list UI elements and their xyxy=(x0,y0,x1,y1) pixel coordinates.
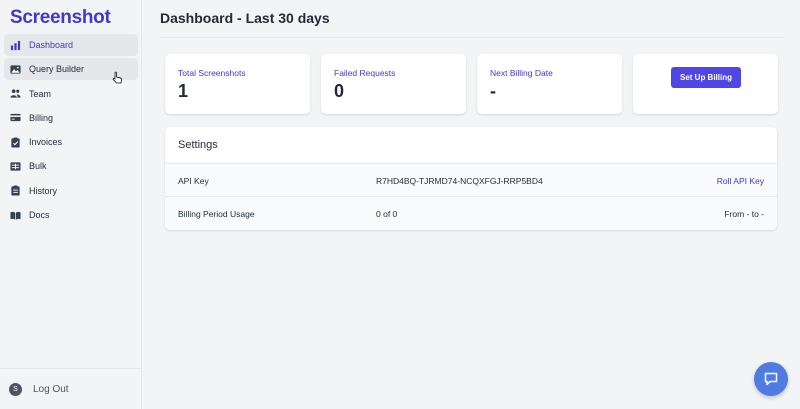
billing-period-range: From - to - xyxy=(724,209,764,219)
sidebar-item-label: Bulk xyxy=(29,161,47,172)
stat-value: 1 xyxy=(178,81,189,101)
sidebar-nav: Dashboard Query Builder Team Billing Inv… xyxy=(4,34,138,228)
clipboard-list-icon xyxy=(10,185,21,196)
sidebar-item-dashboard[interactable]: Dashboard xyxy=(4,34,138,56)
chat-launcher-button[interactable] xyxy=(754,362,788,396)
chat-bubble-icon xyxy=(764,372,778,386)
stat-value: - xyxy=(490,81,496,101)
sidebar-item-docs[interactable]: Docs xyxy=(4,204,138,226)
users-icon xyxy=(10,88,21,99)
sidebar-item-label: History xyxy=(29,185,58,196)
avatar[interactable]: S xyxy=(9,382,22,396)
sidebar-item-label: Invoices xyxy=(29,137,63,148)
settings-row-api-key: API Key R7HD4BQ-TJRMD74-NCQXFGJ-RRP5BD4 … xyxy=(165,163,777,196)
row-label: Billing Period Usage xyxy=(178,209,255,219)
book-open-icon xyxy=(10,210,21,221)
settings-row-billing-usage: Billing Period Usage 0 of 0 From - to - xyxy=(165,196,777,230)
chart-bar-icon xyxy=(10,40,21,51)
sidebar-item-history[interactable]: History xyxy=(4,180,138,202)
row-label: API Key xyxy=(178,176,209,186)
page-title: Dashboard - Last 30 days xyxy=(160,10,330,26)
stat-card-next-billing-date: Next Billing Date - xyxy=(477,54,622,114)
stat-card-total-screenshots: Total Screenshots 1 xyxy=(165,54,310,114)
logout-link[interactable]: Log Out xyxy=(33,384,69,395)
sidebar-item-billing[interactable]: Billing xyxy=(4,107,138,129)
stat-label: Failed Requests xyxy=(334,68,396,78)
sidebar-item-label: Billing xyxy=(29,112,54,123)
sidebar-item-label: Docs xyxy=(29,210,50,221)
sidebar-item-team[interactable]: Team xyxy=(4,83,138,105)
sidebar-footer: S Log Out xyxy=(0,368,142,409)
clipboard-check-icon xyxy=(10,137,21,148)
api-key-value: R7HD4BQ-TJRMD74-NCQXFGJ-RRP5BD4 xyxy=(376,176,543,186)
sidebar-item-label: Dashboard xyxy=(29,40,74,50)
settings-panel: Settings API Key R7HD4BQ-TJRMD74-NCQXFGJ… xyxy=(165,127,777,230)
table-icon xyxy=(10,161,21,172)
credit-card-icon xyxy=(10,112,21,123)
pointer-cursor-icon xyxy=(112,71,122,84)
sidebar-item-label: Team xyxy=(29,88,52,99)
billing-card: Set Up Billing xyxy=(633,54,778,114)
stat-label: Total Screenshots xyxy=(178,68,246,78)
stat-label: Next Billing Date xyxy=(490,68,553,78)
settings-title: Settings xyxy=(178,139,218,151)
usage-value: 0 of 0 xyxy=(376,209,398,219)
sidebar-item-bulk[interactable]: Bulk xyxy=(4,155,138,177)
title-divider xyxy=(160,37,783,38)
brand-logo[interactable]: Screenshot xyxy=(10,7,111,29)
sidebar: Screenshot Dashboard Query Builder Team … xyxy=(0,0,142,409)
main-content: Dashboard - Last 30 days Total Screensho… xyxy=(143,0,800,409)
stat-card-failed-requests: Failed Requests 0 xyxy=(321,54,466,114)
sidebar-item-label: Query Builder xyxy=(29,64,85,75)
set-up-billing-button[interactable]: Set Up Billing xyxy=(671,67,741,88)
image-icon xyxy=(10,64,21,75)
roll-api-key-link[interactable]: Roll API Key xyxy=(717,176,764,186)
stat-value: 0 xyxy=(334,81,345,101)
sidebar-item-invoices[interactable]: Invoices xyxy=(4,131,138,153)
